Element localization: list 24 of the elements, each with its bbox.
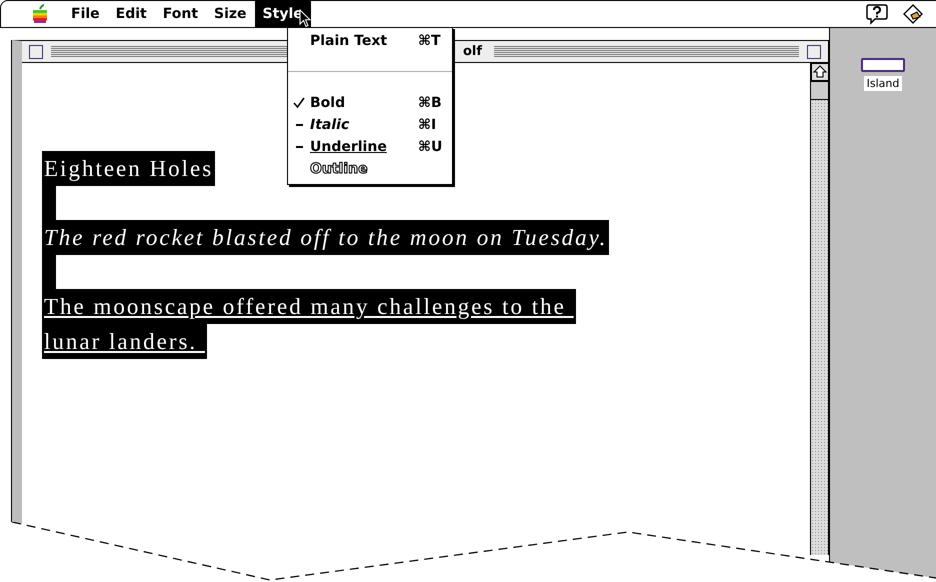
window-title: olf	[462, 44, 484, 59]
help-icon[interactable]	[866, 3, 888, 25]
menu-item[interactable]: Underline ⌘U	[288, 136, 452, 158]
menu-title[interactable]: Font	[154, 1, 206, 27]
menu-item[interactable]: Outline	[288, 158, 452, 180]
document-text: Eighteen Holes	[42, 151, 216, 186]
menu-title[interactable]: Edit	[108, 1, 155, 27]
menu-title[interactable]: Size	[206, 1, 255, 27]
document-text: lunar landers.	[42, 324, 207, 359]
document-text: The moonscape offered many challenges to the	[42, 289, 576, 324]
menu-item[interactable]: Plain Text ⌘T	[288, 30, 452, 52]
close-box[interactable]	[29, 44, 43, 58]
scrollbar[interactable]	[810, 63, 828, 555]
document-icon[interactable]	[861, 58, 905, 72]
application-menu-icon[interactable]	[902, 3, 924, 25]
menu-item[interactable]: Italic ⌘I	[288, 114, 452, 136]
menu-title[interactable]: File	[63, 1, 108, 27]
scroll-up-icon[interactable]	[811, 63, 829, 81]
apple-logo-icon[interactable]	[31, 4, 49, 24]
scroll-thumb[interactable]	[811, 81, 828, 100]
icon-label[interactable]: Island	[864, 76, 902, 91]
menu-item[interactable]: Bold ⌘B	[288, 92, 452, 114]
zoom-box[interactable]	[807, 44, 821, 58]
document-text: The red rocket blasted off to the moon on Tuesday.	[42, 220, 610, 255]
